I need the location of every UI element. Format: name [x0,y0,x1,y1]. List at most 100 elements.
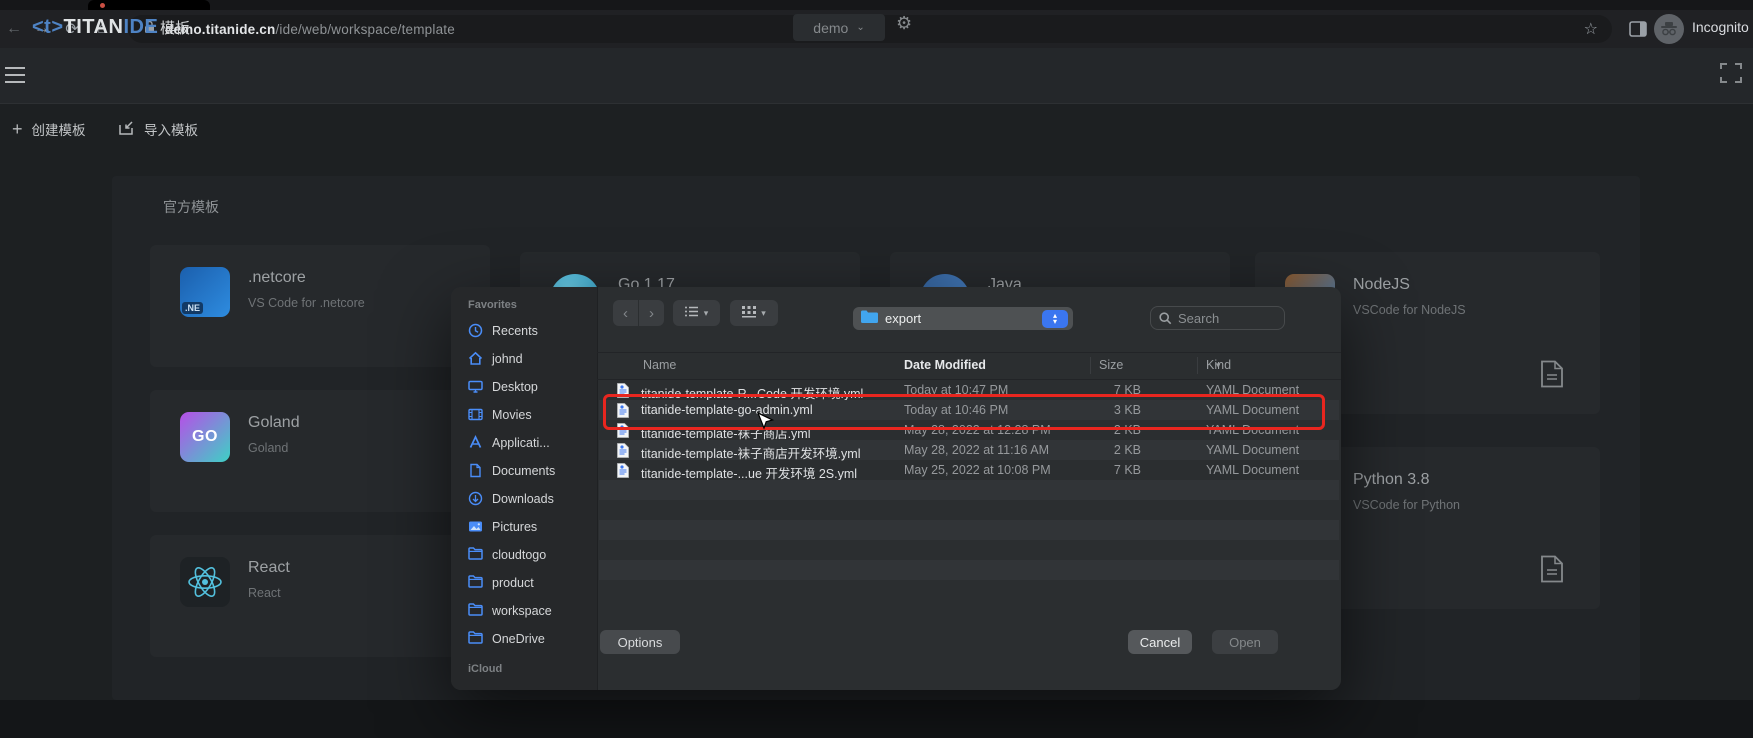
dialog-sidebar-items: Recents johnd Desktop Movies Applicati... Doc… [451,317,597,653]
folder-icon [468,575,484,591]
current-folder-dropdown[interactable]: export ▴▾ [853,307,1073,330]
sidebar-item-label: Movies [492,408,532,422]
column-kind[interactable]: Kind [1206,358,1231,372]
import-template-label: 导入模板 [144,119,198,139]
sidebar-item-onedrive[interactable]: OneDrive [451,625,597,653]
dialog-back-button[interactable]: ‹ [613,300,638,326]
logo-titan: TITAN [64,16,124,39]
list-view-button[interactable]: ▾ [673,300,720,326]
file-size: 7 KB [1049,463,1141,477]
mouse-cursor [757,412,775,432]
empty-list-row [599,540,1339,560]
sidebar-item-product[interactable]: product [451,569,597,597]
column-date-modified[interactable]: Date Modified [904,358,986,372]
sidebar-item-pictures[interactable]: Pictures [451,513,597,541]
incognito-avatar-icon[interactable] [1654,14,1684,44]
film-icon [468,407,484,423]
logo-ide: IDE [123,16,158,39]
column-size[interactable]: Size [1099,358,1123,372]
chevron-down-icon: ▾ [761,308,766,319]
sidebar-item-cloudtogo[interactable]: cloudtogo [451,541,597,569]
template-card-react[interactable]: React React [150,535,490,657]
create-template-label: 创建模板 [32,119,86,139]
file-size: 2 KB [1049,443,1141,457]
column-divider[interactable] [1197,357,1198,374]
empty-list-row [599,500,1339,520]
import-icon [118,120,135,139]
sidebar-item-label: OneDrive [492,632,545,646]
bookmark-star-icon[interactable]: ☆ [1584,19,1598,39]
list-view-icon [685,306,699,320]
clock-icon [468,323,484,339]
icloud-label: iCloud [468,663,597,675]
page-title: 模板 [160,0,190,55]
logo-prefix: <t> [32,16,64,39]
dialog-forward-button[interactable]: › [639,300,664,326]
sidebar-item-label: Documents [492,464,555,478]
fullscreen-icon[interactable] [1720,63,1742,83]
menu-icon[interactable] [4,66,26,84]
desktop-icon [468,379,484,395]
yaml-file-icon [617,443,629,457]
template-card-netcore[interactable]: .NE .netcore VS Code for .netcore [150,245,490,367]
sidebar-item-documents[interactable]: Documents [451,457,597,485]
file-open-dialog: Favorites RecentsjohndDesktopMoviesAppli… [451,287,1341,690]
sidebar-item-workspace[interactable]: workspace [451,597,597,625]
sidebar-item-johnd[interactable]: johnd [451,345,597,373]
document-icon [468,463,484,479]
apps-icon [468,435,484,451]
file-row[interactable]: titanide-template-袜子商店开发环境.ymlMay 28, 20… [599,440,1339,460]
app-header [0,48,1753,104]
folder-icon [468,631,484,647]
workspace-selector[interactable]: demo ⌄ [793,14,885,41]
create-template-button[interactable]: + 创建模板 [12,115,86,143]
search-input[interactable]: Search [1150,306,1285,330]
netcore-icon: .NE [180,267,230,317]
netcore-badge: .NE [182,302,203,314]
sidebar-item-label: workspace [492,604,552,618]
folder-icon [468,547,484,563]
folder-icon [468,603,484,619]
sidebar-item-label: Pictures [492,520,537,534]
app-logo[interactable]: <t>TITANIDE [32,0,158,55]
sidebar-item-downloads[interactable]: Downloads [451,485,597,513]
group-view-button[interactable]: ▾ [730,300,778,326]
sidebar-item-label: cloudtogo [492,548,546,562]
template-card-subtitle: Goland [248,441,288,455]
column-name[interactable]: Name [643,358,676,372]
sidebar-item-recents[interactable]: Recents [451,317,597,345]
sidebar-item-desktop[interactable]: Desktop [451,373,597,401]
template-card-subtitle: VS Code for .netcore [248,296,365,310]
sidebar-item-applicati-[interactable]: Applicati... [451,429,597,457]
yaml-file-icon [617,463,629,477]
dialog-sidebar: Favorites RecentsjohndDesktopMoviesAppli… [451,287,598,690]
workspace-name: demo [813,20,848,36]
sidebar-item-label: product [492,576,534,590]
back-icon[interactable]: ← [2,17,26,41]
template-card-title: Python 3.8 [1353,471,1430,489]
file-kind: YAML Document [1206,443,1299,457]
cancel-button[interactable]: Cancel [1128,630,1192,654]
settings-gear-icon[interactable]: ⚙ [896,13,912,34]
file-date-modified: May 28, 2022 at 11:16 AM [904,443,1049,457]
file-row[interactable]: titanide-template-...ue 开发环境 2S.ymlMay 2… [599,460,1339,480]
group-view-icon [742,306,756,321]
column-divider[interactable] [1090,357,1091,374]
template-card-subtitle: React [248,586,281,600]
folder-stepper-icon[interactable]: ▴▾ [1042,310,1068,328]
side-panel-icon[interactable] [1628,19,1648,39]
document-outline-icon [1540,555,1564,583]
empty-list-row [599,520,1339,540]
template-card-subtitle: VSCode for Python [1353,498,1460,512]
sidebar-item-movies[interactable]: Movies [451,401,597,429]
template-card-title: NodeJS [1353,276,1410,294]
sidebar-item-label: johnd [492,352,523,366]
page-footer-band [0,700,1753,738]
template-card-title: React [248,559,290,577]
open-button[interactable]: Open [1212,630,1278,654]
options-button[interactable]: Options [600,630,680,654]
import-template-button[interactable]: 导入模板 [118,115,198,143]
goland-icon: GO [180,412,230,462]
template-card-goland[interactable]: GOGolandGoland [150,390,490,512]
template-card-title: .netcore [248,269,306,287]
